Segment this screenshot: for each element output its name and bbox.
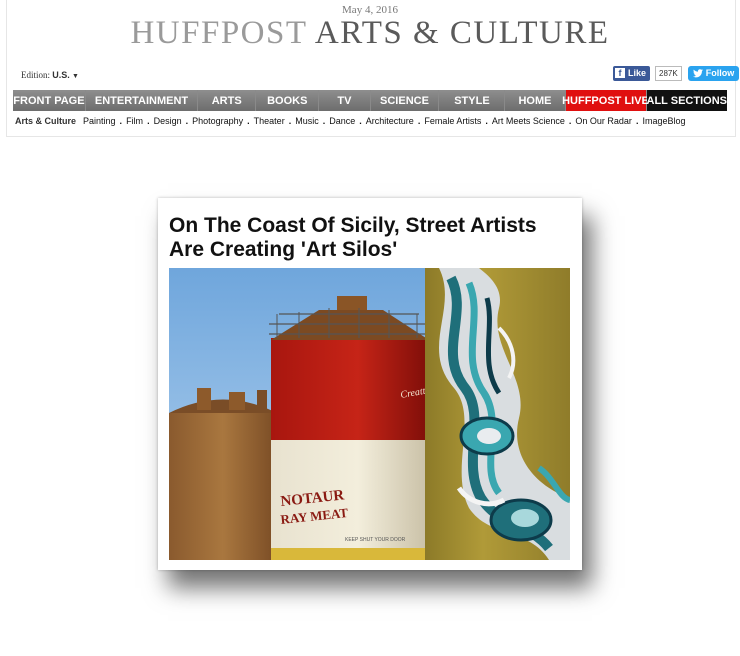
nav-item-books[interactable]: BOOKS [256,90,320,111]
section-title: ARTS & CULTURE [314,15,610,51]
subnav-item-dance[interactable]: Dance [329,116,355,126]
art-silos-photo: Creattive Sicilia NOTAUR RAY MEAT KEEP S… [169,268,570,560]
nav-item-arts[interactable]: ARTS [198,90,257,111]
edition-selector[interactable]: Edition: U.S. ▼ [21,70,79,80]
subnav-item-design[interactable]: Design [154,116,182,126]
subnav-separator: . [247,116,250,126]
headline-line-2: Are Creating 'Art Silos' [169,238,398,261]
twitter-follow-button[interactable]: Follow [687,65,740,81]
subnav-item-on-our-radar[interactable]: On Our Radar [575,116,632,126]
article-card[interactable]: On The Coast Of Sicily, Street Artists A… [158,198,582,570]
subnav-item-music[interactable]: Music [295,116,319,126]
subnav-separator: . [147,116,150,126]
masthead[interactable]: HUFFPOST ARTS & CULTURE [0,15,740,52]
subnav-separator: . [568,116,572,126]
nav-item-entertainment[interactable]: ENTERTAINMENT [86,90,199,111]
nav-item-front-page[interactable]: FRONT PAGE [13,90,86,111]
nav-item-style[interactable]: STYLE [439,90,506,111]
edition-value: U.S. [52,70,70,80]
subnav-separator: . [119,116,123,126]
brand-logo-text: HUFFPOST [130,15,307,51]
silo-band-text: KEEP SHUT YOUR DOOR [345,537,406,543]
subnav-item-imageblog[interactable]: ImageBlog [642,116,685,126]
headline-line-1: On The Coast Of Sicily, Street Artists [169,214,537,237]
article-headline[interactable]: On The Coast Of Sicily, Street Artists A… [169,214,569,262]
nav-item-tv[interactable]: TV [319,90,371,111]
subnav-item-painting[interactable]: Painting [83,116,116,126]
subnav-separator: . [485,116,488,126]
twitter-follow-label: Follow [705,68,735,78]
subnav-separator: . [288,116,292,126]
twitter-bird-icon [692,68,703,77]
main-nav: FRONT PAGE ENTERTAINMENT ARTS BOOKS TV S… [13,90,727,111]
subnav-item-female-artists[interactable]: Female Artists [424,116,481,126]
facebook-icon: f [615,68,625,78]
nav-item-all-sections[interactable]: ALL SECTIONS [646,90,727,111]
facebook-like-label: Like [628,68,647,78]
nav-item-home[interactable]: HOME [505,90,566,111]
subnav-item-photography[interactable]: Photography [192,116,243,126]
subnav-item-art-meets-science[interactable]: Art Meets Science [492,116,565,126]
subnav-separator: . [417,116,421,126]
sub-nav: Arts & Culture Painting . Film . Design … [15,116,689,126]
facebook-like-count: 287K [655,65,682,81]
facebook-like-button[interactable]: f Like [613,65,651,81]
subnav-separator: . [185,116,189,126]
edition-label: Edition: [21,70,50,80]
nav-item-science[interactable]: SCIENCE [371,90,440,111]
article-photo[interactable]: Creattive Sicilia NOTAUR RAY MEAT KEEP S… [169,268,570,560]
subnav-separator: . [322,116,326,126]
subnav-separator: . [635,116,639,126]
nav-item-huffpost-live[interactable]: HUFFPOST LIVE [562,90,649,111]
subnav-item-theater[interactable]: Theater [254,116,285,126]
subnav-separator: . [359,116,362,126]
chevron-down-icon: ▼ [72,72,79,80]
subnav-item-architecture[interactable]: Architecture [366,116,414,126]
social-buttons: f Like 287K Follow [613,65,740,81]
subnav-item-film[interactable]: Film [126,116,143,126]
subnav-home[interactable]: Arts & Culture [15,116,76,126]
